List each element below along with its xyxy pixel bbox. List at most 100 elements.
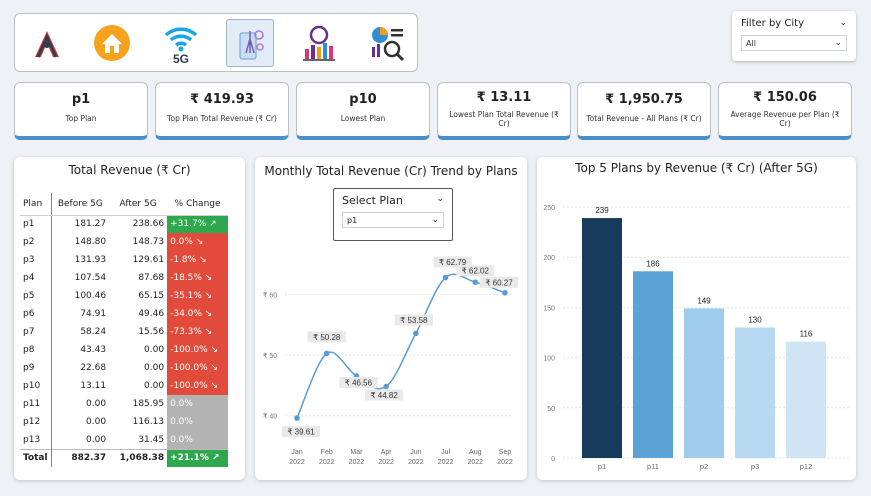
cell-before: 74.91 (80, 309, 107, 319)
bar[interactable] (633, 271, 673, 458)
cell-after: 148.73 (132, 237, 165, 247)
trend-point[interactable] (323, 350, 330, 357)
bar[interactable] (786, 341, 826, 458)
column-header-before[interactable]: Before 5G (51, 193, 110, 216)
brand-logo-icon[interactable] (23, 19, 71, 67)
y-tick-label: ₹ 60 (263, 291, 277, 299)
column-header-after[interactable]: After 5G (109, 193, 168, 216)
cell-after: 1,068.38 (109, 448, 168, 467)
cell-change: -100.0% ↘ (167, 359, 229, 377)
data-label: ₹ 50.28 (313, 333, 341, 342)
cell-before: 22.68 (80, 363, 107, 373)
cell-change: 0.0% (167, 431, 229, 449)
trend-chart-title: Monthly Total Revenue (Cr) Trend by Plan… (264, 164, 518, 178)
cell-after: 31.45 (138, 434, 165, 445)
data-label-bg (365, 389, 404, 401)
kpi-value: ₹ 13.11 (476, 90, 532, 105)
cell-before: 0.00 (86, 399, 107, 409)
column-header-plan[interactable]: Plan (20, 193, 52, 216)
plan-select: Select Plan ⌄ p1 ⌄ (333, 188, 453, 241)
y-tick-label: 50 (547, 406, 555, 413)
table-row[interactable]: p4 107.54 87.68 -18.5% ↘ (20, 269, 229, 287)
kpi-card-lowest-plan: p10 Lowest Plan (296, 82, 430, 140)
table-row[interactable]: p3 131.93 129.61 -1.8% ↘ (20, 251, 229, 269)
cell-after: 0.00 (144, 363, 165, 373)
trend-point[interactable] (442, 274, 449, 281)
trend-point[interactable] (353, 373, 360, 379)
bar[interactable] (582, 218, 622, 458)
cell-plan: p9 (20, 359, 52, 377)
table-row[interactable]: p8 43.43 0.00 -100.0% ↘ (20, 341, 229, 359)
column-header-change[interactable]: % Change (167, 193, 229, 216)
cell-after: 129.61 (132, 255, 165, 265)
plan-select-title: Select Plan (342, 194, 403, 207)
bar-value-label: 116 (800, 330, 813, 339)
kpi-card-lowest-plan-revenue: ₹ 13.11 Lowest Plan Total Revenue (₹ Cr) (437, 82, 571, 140)
wifi-5g-label: 5G (173, 52, 189, 65)
table-row[interactable]: p11 0.00 185.95 0.0% (20, 395, 229, 413)
x-tick-label: Sep 2022 (497, 449, 513, 466)
revenue-table: Plan Before 5G After 5G % Change p1 181.2… (20, 193, 229, 467)
cell-change: 0.0% (167, 395, 229, 413)
cell-after: 238.66 (132, 219, 165, 230)
y-tick-label: ₹ 40 (263, 413, 277, 421)
kpi-value: ₹ 150.06 (753, 90, 817, 105)
x-tick-label: Mar 2022 (349, 449, 365, 466)
y-tick-label: 150 (543, 305, 555, 312)
data-label: ₹ 44.82 (370, 391, 398, 400)
plan-select-value: p1 (347, 215, 358, 225)
data-label-bg (281, 426, 321, 438)
revenue-table-panel: Total Revenue (₹ Cr) Plan Before 5G Afte… (14, 157, 245, 480)
table-row[interactable]: p5 100.46 65.15 -35.1% ↘ (20, 287, 229, 305)
table-row[interactable]: p13 0.00 31.45 0.0% (20, 431, 229, 449)
chevron-down-icon: ⌄ (834, 38, 842, 48)
table-row[interactable]: p6 74.91 49.46 -34.0% ↘ (20, 305, 229, 323)
analytics-icon[interactable] (295, 19, 343, 67)
cell-change: 0.0% (167, 413, 229, 431)
chevron-down-icon: ⌄ (431, 215, 439, 225)
wifi-5g-icon[interactable]: 5G (157, 19, 205, 67)
trend-point[interactable] (502, 290, 508, 296)
data-label: ₹ 39.61 (287, 428, 315, 437)
table-row[interactable]: p1 181.27 238.66 +31.7% ↗ (20, 215, 229, 233)
home-icon[interactable] (88, 19, 136, 67)
x-tick-label: p12 (800, 462, 813, 471)
cell-after: 49.46 (138, 309, 165, 319)
city-filter-dropdown[interactable]: All ⌄ (741, 35, 847, 51)
kpi-label: Lowest Plan Total Revenue (₹ Cr) (449, 110, 559, 128)
trend-point[interactable] (294, 415, 300, 421)
city-filter: Filter by City ⌄ All ⌄ (732, 11, 856, 61)
cell-before: 100.46 (74, 291, 107, 301)
plan-select-dropdown[interactable]: p1 ⌄ (342, 212, 444, 228)
data-label: ₹ 62.79 (439, 258, 467, 267)
bar[interactable] (735, 327, 775, 458)
chevron-down-icon[interactable]: ⌄ (436, 194, 444, 207)
table-row[interactable]: p7 58.24 15.56 -73.3% ↘ (20, 323, 229, 341)
bar[interactable] (684, 308, 724, 458)
tower-icon[interactable] (226, 19, 274, 67)
table-row[interactable]: p2 148.80 148.73 0.0% ↘ (20, 233, 229, 251)
table-total-row[interactable]: Total 882.37 1,068.38 +21.1% ↗ (20, 448, 229, 467)
table-row[interactable]: p9 22.68 0.00 -100.0% ↘ (20, 359, 229, 377)
table-row[interactable]: p12 0.00 116.13 0.0% (20, 413, 229, 431)
x-tick-label: Aug 2022 (467, 449, 483, 466)
report-search-icon[interactable] (364, 19, 412, 67)
x-tick-label: Apr 2022 (378, 449, 394, 466)
cell-plan: p6 (20, 305, 52, 323)
trend-series-line (296, 273, 506, 419)
y-tick-label: 0 (551, 456, 555, 463)
kpi-label: Average Revenue per Plan (₹ Cr) (730, 110, 840, 128)
cell-plan: p11 (20, 395, 52, 413)
trend-point[interactable] (472, 279, 479, 286)
kpi-card-top-plan: p1 Top Plan (14, 82, 148, 140)
cell-change: -100.0% ↘ (167, 377, 229, 395)
kpi-label: Top Plan (65, 114, 97, 123)
kpi-label: Lowest Plan (340, 114, 386, 123)
x-tick-label: p11 (647, 462, 659, 471)
table-row[interactable]: p10 13.11 0.00 -100.0% ↘ (20, 377, 229, 395)
trend-point[interactable] (383, 383, 389, 390)
x-tick-label: p2 (700, 462, 708, 471)
bar-value-label: 149 (697, 296, 711, 305)
trend-point[interactable] (413, 330, 419, 337)
chevron-down-icon[interactable]: ⌄ (839, 18, 847, 28)
